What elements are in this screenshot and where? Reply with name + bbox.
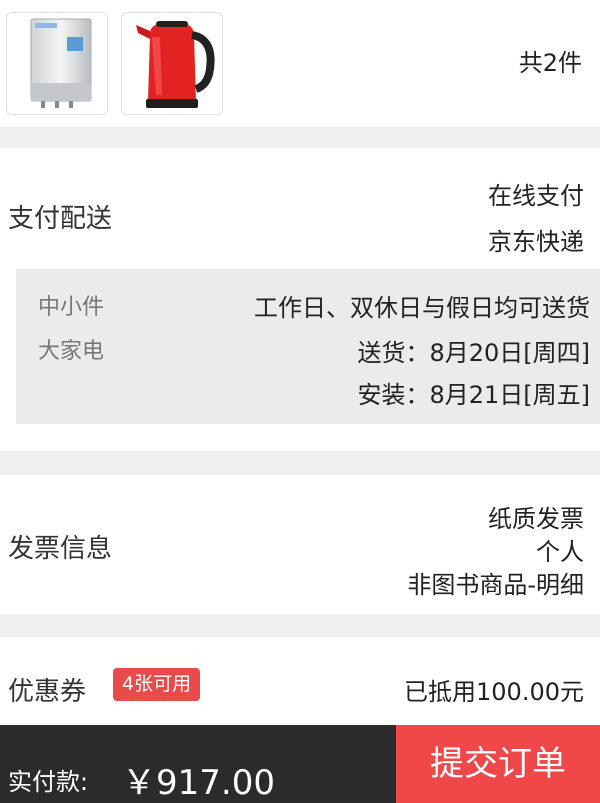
install-date: 安装：8月21日[周五] xyxy=(357,381,590,409)
coupon-available-badge: 4张可用 xyxy=(113,668,201,701)
coupon-deducted: 已抵用100.00元 xyxy=(404,678,584,706)
delivery-date: 送货：8月20日[周四] xyxy=(357,339,590,367)
category-large-appliance: 大家电 xyxy=(38,339,105,364)
invoice-type: 纸质发票 xyxy=(488,505,584,533)
product-list: 共2件 xyxy=(0,0,600,127)
water-heater-image xyxy=(30,18,92,108)
kettle-image xyxy=(136,21,215,108)
category-small-items: 中小件 xyxy=(38,295,105,320)
payment-method: 在线支付 xyxy=(488,182,584,210)
payment-summary: 实付款: ￥917.00 xyxy=(0,725,396,803)
coupon-title: 优惠券 xyxy=(8,677,87,707)
invoice-section[interactable]: 发票信息 纸质发票 个人 非图书商品-明细 xyxy=(0,475,600,614)
coupon-section[interactable]: 优惠券 4张可用 已抵用100.00元 xyxy=(0,637,600,725)
submit-order-button[interactable]: 提交订单 xyxy=(396,725,600,803)
pay-label: 实付款: xyxy=(8,768,89,796)
payment-delivery-section[interactable]: 支付配送 在线支付 京东快递 中小件 大家电 工作日、双休日与假日均可送货 送货… xyxy=(0,148,600,451)
product-thumbnail-kettle[interactable] xyxy=(121,12,223,115)
invoice-header: 个人 xyxy=(536,538,584,566)
invoice-title: 发票信息 xyxy=(8,534,113,564)
delivery-method: 京东快递 xyxy=(488,228,584,256)
payment-delivery-title: 支付配送 xyxy=(8,204,113,234)
checkout-bar: 实付款: ￥917.00 提交订单 xyxy=(0,725,600,803)
product-thumbnail-water-heater[interactable] xyxy=(6,12,108,115)
delivery-detail-box: 中小件 大家电 工作日、双休日与假日均可送货 送货：8月20日[周四] 安装：8… xyxy=(16,269,600,424)
pay-amount: ￥917.00 xyxy=(122,763,275,803)
delivery-schedule: 工作日、双休日与假日均可送货 xyxy=(254,294,590,322)
invoice-content: 非图书商品-明细 xyxy=(407,571,584,599)
item-count: 共2件 xyxy=(518,49,582,77)
